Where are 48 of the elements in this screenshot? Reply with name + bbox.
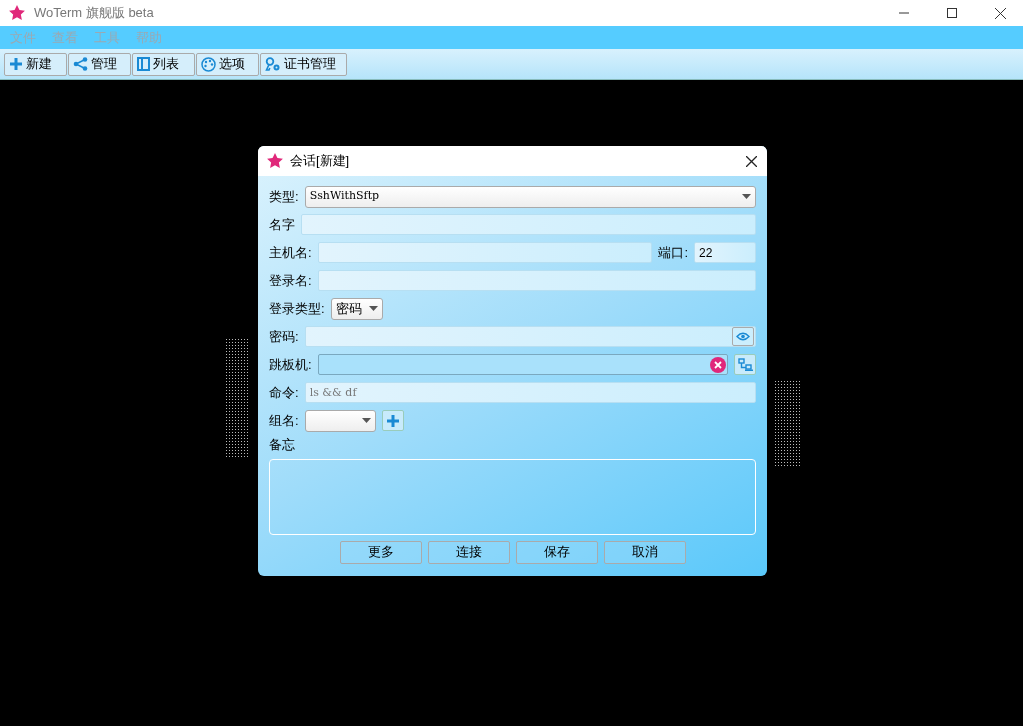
columns-icon bbox=[137, 57, 150, 71]
input-field[interactable] bbox=[317, 270, 756, 291]
toolbar-button[interactable]: 新建 bbox=[4, 52, 67, 76]
star-logo-icon bbox=[8, 4, 26, 22]
network-icon[interactable] bbox=[734, 354, 756, 375]
password-field[interactable] bbox=[304, 326, 756, 347]
window-title: WoTerm 旗舰版 beta bbox=[34, 4, 154, 23]
toolbar-button[interactable]: 证书管理 bbox=[260, 52, 347, 76]
jump-host-field[interactable] bbox=[317, 354, 728, 375]
command-field[interactable]: ls && df bbox=[304, 382, 756, 403]
field-label: 名字 bbox=[269, 215, 295, 234]
field-label: 端口: bbox=[658, 243, 688, 262]
group-dropdown[interactable] bbox=[304, 409, 376, 432]
type-dropdown[interactable]: SshWithSftp bbox=[304, 185, 756, 208]
memo-field[interactable] bbox=[269, 458, 756, 535]
field-label: 主机名: bbox=[269, 243, 312, 262]
eye-icon[interactable] bbox=[732, 327, 754, 346]
dialog-button[interactable]: 更多 bbox=[339, 540, 422, 564]
field-label: 跳板机: bbox=[269, 355, 312, 374]
dialog-button[interactable]: 保存 bbox=[515, 540, 598, 564]
memo-label: 备忘 bbox=[269, 436, 296, 454]
key-gear-icon bbox=[265, 56, 281, 72]
toolbar-button[interactable]: 选项 bbox=[196, 52, 259, 76]
input-field[interactable] bbox=[317, 242, 653, 263]
share-icon bbox=[73, 57, 88, 71]
field-label: 命令: bbox=[269, 383, 299, 402]
port-field[interactable]: 22 bbox=[694, 242, 756, 263]
field-label: 组名: bbox=[269, 411, 299, 430]
dialog-title: 会话[新建] bbox=[290, 152, 350, 171]
login-type-dropdown[interactable]: 密码 bbox=[330, 297, 383, 320]
plus-icon bbox=[9, 57, 23, 71]
toolbar-button[interactable]: 管理 bbox=[68, 52, 131, 76]
input-field[interactable] bbox=[301, 214, 756, 235]
toolbar-button[interactable]: 列表 bbox=[132, 52, 195, 76]
add-icon[interactable] bbox=[381, 410, 404, 431]
field-label: 登录类型: bbox=[269, 299, 325, 318]
caret-icon bbox=[361, 418, 371, 423]
field-label: 登录名: bbox=[269, 271, 312, 290]
dialog-button[interactable]: 连接 bbox=[427, 540, 510, 564]
clear-icon[interactable] bbox=[708, 355, 727, 374]
caret-icon bbox=[368, 306, 378, 311]
field-label: 类型: bbox=[269, 187, 299, 206]
palette-icon bbox=[201, 56, 216, 72]
star-logo-icon bbox=[266, 152, 284, 170]
close-icon[interactable] bbox=[746, 155, 757, 167]
field-label: 密码: bbox=[269, 327, 299, 346]
caret-icon bbox=[742, 194, 751, 199]
dialog-button[interactable]: 取消 bbox=[603, 540, 686, 564]
